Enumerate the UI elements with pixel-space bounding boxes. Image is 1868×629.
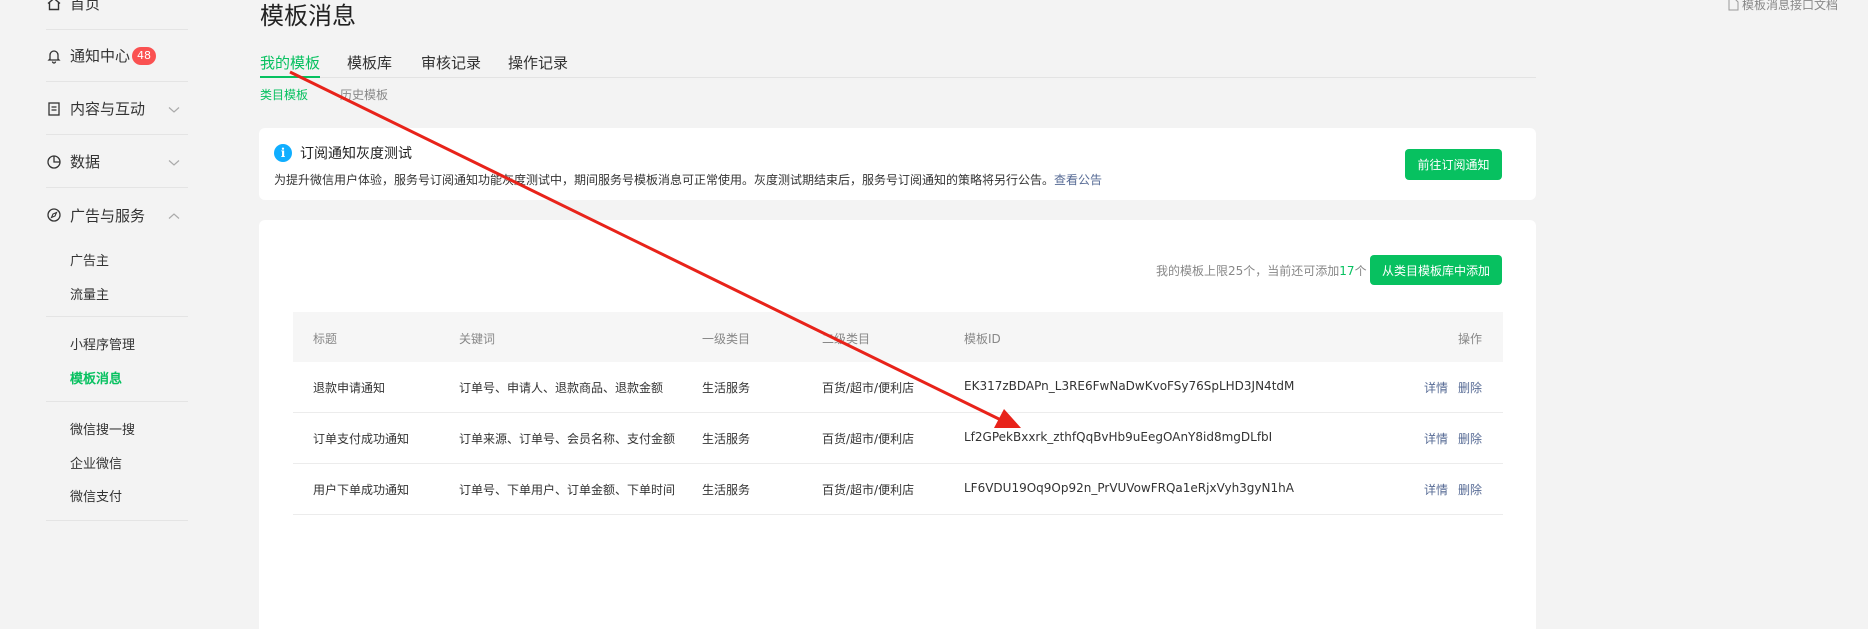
info-icon: i (274, 144, 292, 162)
detail-link[interactable]: 详情 (1424, 430, 1448, 447)
pie-chart-icon (46, 154, 62, 170)
delete-link[interactable]: 删除 (1458, 430, 1482, 447)
column-header: 标题 (313, 332, 338, 346)
cell-title: 用户下单成功通知 (313, 483, 410, 497)
notice-link[interactable]: 查看公告 (1054, 173, 1102, 187)
go-subscribe-button[interactable]: 前往订阅通知 (1405, 149, 1502, 180)
sidebar-item-label: 广告与服务 (70, 206, 146, 225)
document-icon (46, 101, 62, 117)
cell-category-2: 百货/超市/便利店 (822, 381, 915, 395)
sidebar-item-notice[interactable]: 通知中心 48 (46, 30, 188, 82)
column-header: 操作 (1458, 332, 1483, 346)
notice-body: 为提升微信用户体验，服务号订阅通知功能灰度测试中，期间服务号模板消息可正常使用。… (274, 173, 1055, 187)
chevron-up-icon (168, 206, 180, 224)
cell-category-2: 百货/超市/便利店 (822, 432, 915, 446)
sidebar-item-home[interactable]: 首页 (46, 0, 188, 30)
limit-count: 17 (1339, 264, 1355, 278)
notice-card (259, 128, 1536, 200)
column-header: 二级类目 (822, 332, 871, 346)
compass-icon (46, 207, 62, 223)
cell-category-1: 生活服务 (702, 381, 751, 395)
sidebar-item-miniprogram[interactable]: 小程序管理 (70, 334, 135, 353)
cell-category-1: 生活服务 (702, 483, 751, 497)
table-row: 订单支付成功通知 订单来源、订单号、会员名称、支付金额 生活服务 百货/超市/便… (293, 413, 1503, 464)
sidebar-item-template[interactable]: 模板消息 (70, 368, 122, 387)
limit-prefix: 我的模板上限25个，当前还可添加 (1156, 264, 1340, 278)
sidebar-item-wechat-pay[interactable]: 微信支付 (70, 486, 122, 505)
page-title: 模板消息 (260, 2, 356, 30)
sidebar-item-content[interactable]: 内容与互动 (46, 83, 188, 135)
table-header: 标题 关键词 一级类目 二级类目 模板ID 操作 (293, 312, 1503, 362)
chevron-down-icon (168, 153, 180, 171)
tab-template-library[interactable]: 模板库 (347, 52, 392, 78)
sidebar-item-ads[interactable]: 广告与服务 (46, 189, 188, 241)
sidebar-item-label: 首页 (70, 0, 101, 13)
notice-count-badge: 48 (132, 46, 157, 65)
template-limit-text: 我的模板上限25个，当前还可添加17个 (1156, 262, 1367, 279)
cell-template-id: EK317zBDAPn_L3RE6FwNaDwKvoFSy76SpLHD3JN4… (964, 379, 1295, 393)
sidebar-item-advertiser[interactable]: 广告主 (70, 250, 109, 269)
tab-my-templates[interactable]: 我的模板 (260, 52, 321, 78)
cell-keywords: 订单号、申请人、退款商品、退款金额 (459, 381, 664, 395)
table-row: 退款申请通知 订单号、申请人、退款商品、退款金额 生活服务 百货/超市/便利店 … (293, 362, 1503, 413)
notice-title-text: 订阅通知灰度测试 (300, 146, 412, 162)
sidebar: 首页 通知中心 48 内容与互动 数据 广告与服务 广告主 流量主 小程序管理 … (0, 0, 210, 629)
sidebar-item-wechat-search[interactable]: 微信搜一搜 (70, 419, 135, 438)
notice-text: 为提升微信用户体验，服务号订阅通知功能灰度测试中，期间服务号模板消息可正常使用。… (274, 171, 1102, 188)
column-header: 模板ID (964, 332, 1001, 346)
tab-bar: 我的模板 模板库 审核记录 操作记录 (260, 52, 1536, 78)
cell-title: 订单支付成功通知 (313, 432, 410, 446)
cell-template-id: Lf2GPekBxxrk_zthfQqBvHb9uEegOAnY8id8mgDL… (964, 430, 1273, 444)
detail-link[interactable]: 详情 (1424, 379, 1448, 396)
divider (46, 316, 188, 317)
limit-suffix: 个 (1354, 264, 1367, 278)
chevron-down-icon (168, 100, 180, 118)
sidebar-item-traffic[interactable]: 流量主 (70, 284, 109, 303)
sidebar-item-label: 通知中心 (70, 47, 131, 65)
doc-link-label: 模板消息接口文档 (1741, 0, 1838, 12)
tab-review-records[interactable]: 审核记录 (421, 52, 481, 78)
doc-icon (1728, 0, 1739, 11)
tab-operation-records[interactable]: 操作记录 (508, 52, 568, 78)
detail-link[interactable]: 详情 (1424, 481, 1448, 498)
cell-title: 退款申请通知 (313, 381, 386, 395)
cell-keywords: 订单号、下单用户、订单金额、下单时间 (459, 483, 675, 497)
home-icon (46, 0, 62, 12)
notice-title: i 订阅通知灰度测试 (274, 143, 412, 163)
cell-category-2: 百货/超市/便利店 (822, 483, 915, 497)
subtab-category-templates[interactable]: 类目模板 (260, 86, 308, 103)
delete-link[interactable]: 删除 (1458, 379, 1482, 396)
sidebar-item-label: 内容与互动 (70, 100, 146, 118)
table-row: 用户下单成功通知 订单号、下单用户、订单金额、下单时间 生活服务 百货/超市/便… (293, 464, 1503, 515)
cell-keywords: 订单来源、订单号、会员名称、支付金额 (459, 432, 675, 446)
divider (46, 520, 188, 521)
sidebar-item-label: 数据 (70, 153, 101, 171)
add-from-library-button[interactable]: 从类目模板库中添加 (1370, 255, 1502, 285)
bell-icon (46, 48, 62, 64)
cell-category-1: 生活服务 (702, 432, 751, 446)
sidebar-item-data[interactable]: 数据 (46, 136, 188, 188)
cell-template-id: LF6VDU19Oq9Op92n_PrVUVowFRQa1eRjxVyh3gyN… (964, 481, 1294, 495)
divider (46, 401, 188, 402)
delete-link[interactable]: 删除 (1458, 481, 1482, 498)
subtab-history-templates[interactable]: 历史模板 (340, 86, 388, 103)
column-header: 一级类目 (702, 332, 751, 346)
column-header: 关键词 (459, 332, 496, 346)
doc-link[interactable]: 模板消息接口文档 (1728, 0, 1838, 13)
sidebar-item-work-wechat[interactable]: 企业微信 (70, 453, 122, 472)
